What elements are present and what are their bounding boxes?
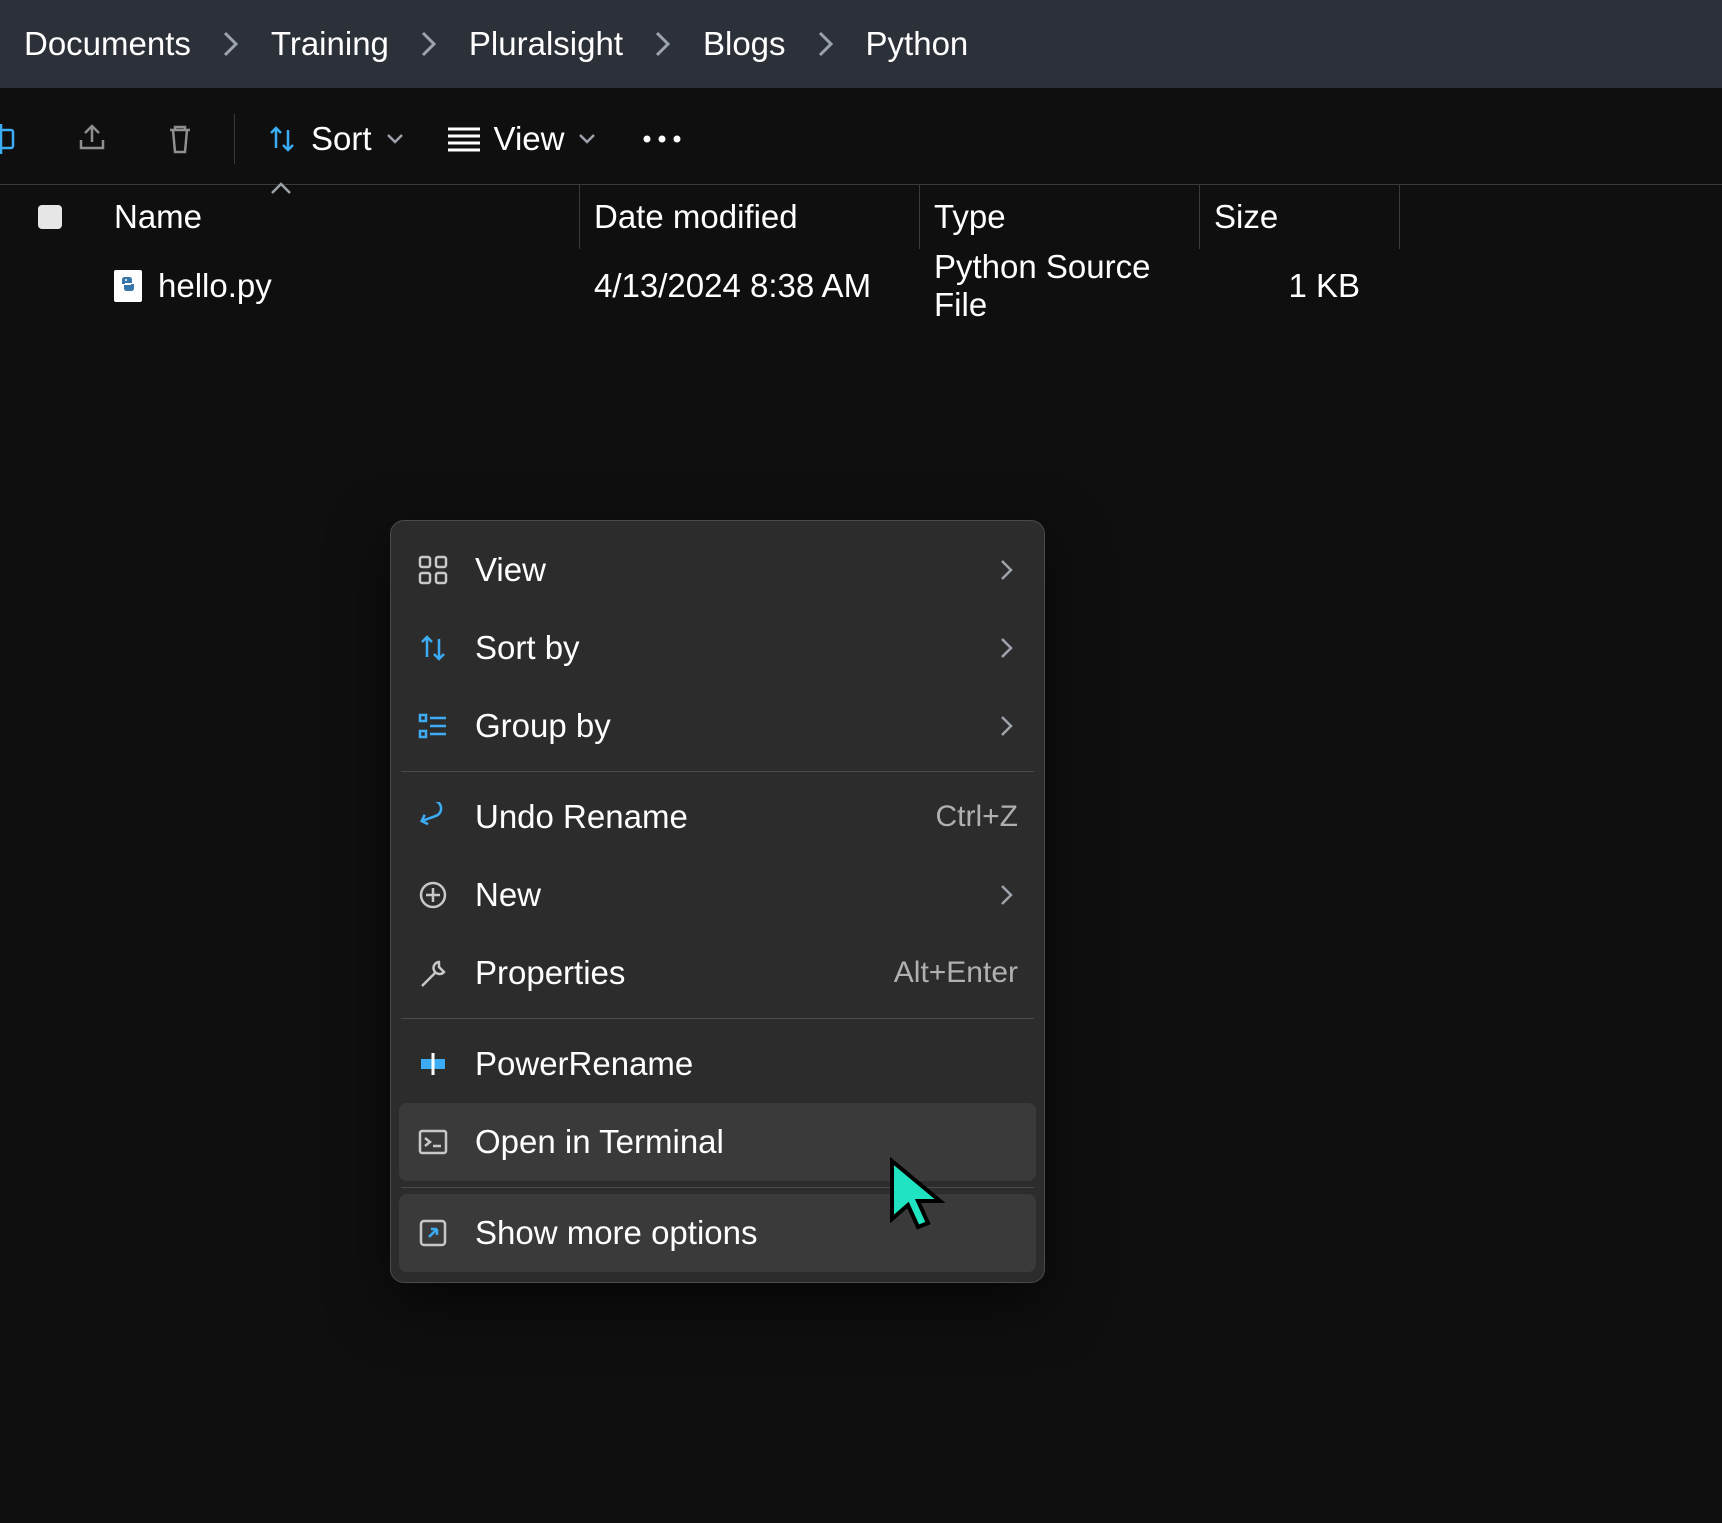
chevron-right-icon bbox=[647, 31, 679, 57]
rename-icon[interactable] bbox=[0, 94, 48, 184]
chevron-right-icon bbox=[810, 31, 842, 57]
group-icon bbox=[417, 710, 449, 742]
column-type[interactable]: Type bbox=[920, 185, 1200, 249]
column-name-label: Name bbox=[114, 198, 202, 236]
column-type-label: Type bbox=[934, 198, 1006, 236]
column-headers: Name Date modified Type Size bbox=[0, 185, 1722, 250]
menu-sort-by-label: Sort by bbox=[475, 629, 1018, 667]
breadcrumb-item[interactable]: Documents bbox=[24, 25, 191, 63]
python-file-icon bbox=[114, 270, 142, 302]
sort-icon bbox=[417, 632, 449, 664]
menu-view[interactable]: View bbox=[399, 531, 1036, 609]
breadcrumb-item[interactable]: Python bbox=[866, 25, 969, 63]
chevron-down-icon bbox=[578, 133, 596, 145]
sort-button[interactable]: Sort bbox=[245, 94, 426, 184]
chevron-right-icon bbox=[215, 31, 247, 57]
column-size[interactable]: Size bbox=[1200, 185, 1400, 249]
plus-circle-icon bbox=[417, 879, 449, 911]
menu-view-label: View bbox=[475, 551, 1018, 589]
menu-undo-rename-shortcut: Ctrl+Z bbox=[936, 800, 1019, 834]
checkbox-icon bbox=[38, 205, 62, 229]
menu-power-rename[interactable]: PowerRename bbox=[399, 1025, 1036, 1103]
cursor-icon bbox=[888, 1157, 948, 1237]
breadcrumb-item[interactable]: Blogs bbox=[703, 25, 786, 63]
wrench-icon bbox=[417, 957, 449, 989]
breadcrumb-item[interactable]: Training bbox=[271, 25, 389, 63]
toolbar: Sort View bbox=[0, 94, 1722, 185]
column-name[interactable]: Name bbox=[100, 185, 580, 249]
file-date: 4/13/2024 8:38 AM bbox=[580, 267, 920, 305]
chevron-right-icon bbox=[1000, 884, 1014, 906]
sort-icon bbox=[267, 124, 297, 154]
select-all-checkbox[interactable] bbox=[0, 205, 100, 229]
share-icon[interactable] bbox=[48, 94, 136, 184]
menu-properties-shortcut: Alt+Enter bbox=[894, 956, 1018, 990]
menu-power-rename-label: PowerRename bbox=[475, 1045, 1018, 1083]
column-date[interactable]: Date modified bbox=[580, 185, 920, 249]
file-name: hello.py bbox=[158, 267, 272, 305]
power-rename-icon bbox=[417, 1048, 449, 1080]
view-button[interactable]: View bbox=[426, 94, 619, 184]
view-list-icon bbox=[448, 126, 480, 152]
chevron-right-icon bbox=[1000, 715, 1014, 737]
chevron-right-icon bbox=[1000, 559, 1014, 581]
menu-group-by-label: Group by bbox=[475, 707, 1018, 745]
menu-new[interactable]: New bbox=[399, 856, 1036, 934]
menu-separator bbox=[401, 1018, 1034, 1019]
grid-icon bbox=[417, 554, 449, 586]
menu-undo-rename-label: Undo Rename bbox=[475, 798, 910, 836]
breadcrumb-item[interactable]: Pluralsight bbox=[469, 25, 623, 63]
chevron-right-icon bbox=[413, 31, 445, 57]
menu-undo-rename[interactable]: Undo Rename Ctrl+Z bbox=[399, 778, 1036, 856]
chevron-right-icon bbox=[1000, 637, 1014, 659]
chevron-down-icon bbox=[386, 133, 404, 145]
file-size: 1 KB bbox=[1200, 267, 1400, 305]
breadcrumb: Documents Training Pluralsight Blogs Pyt… bbox=[0, 0, 1722, 94]
column-date-label: Date modified bbox=[594, 198, 798, 236]
menu-sort-by[interactable]: Sort by bbox=[399, 609, 1036, 687]
menu-separator bbox=[401, 771, 1034, 772]
terminal-icon bbox=[417, 1126, 449, 1158]
menu-open-terminal-label: Open in Terminal bbox=[475, 1123, 1018, 1161]
view-label: View bbox=[494, 120, 565, 158]
column-size-label: Size bbox=[1214, 198, 1278, 236]
delete-icon[interactable] bbox=[136, 94, 224, 184]
menu-properties-label: Properties bbox=[475, 954, 868, 992]
menu-new-label: New bbox=[475, 876, 1018, 914]
sort-label: Sort bbox=[311, 120, 372, 158]
expand-icon bbox=[417, 1217, 449, 1249]
menu-properties[interactable]: Properties Alt+Enter bbox=[399, 934, 1036, 1012]
file-type: Python Source File bbox=[920, 248, 1200, 324]
undo-icon bbox=[417, 801, 449, 833]
more-button[interactable] bbox=[618, 134, 706, 144]
menu-group-by[interactable]: Group by bbox=[399, 687, 1036, 765]
file-row[interactable]: hello.py 4/13/2024 8:38 AM Python Source… bbox=[0, 250, 1722, 322]
toolbar-divider bbox=[234, 114, 235, 164]
chevron-up-icon bbox=[270, 181, 292, 195]
